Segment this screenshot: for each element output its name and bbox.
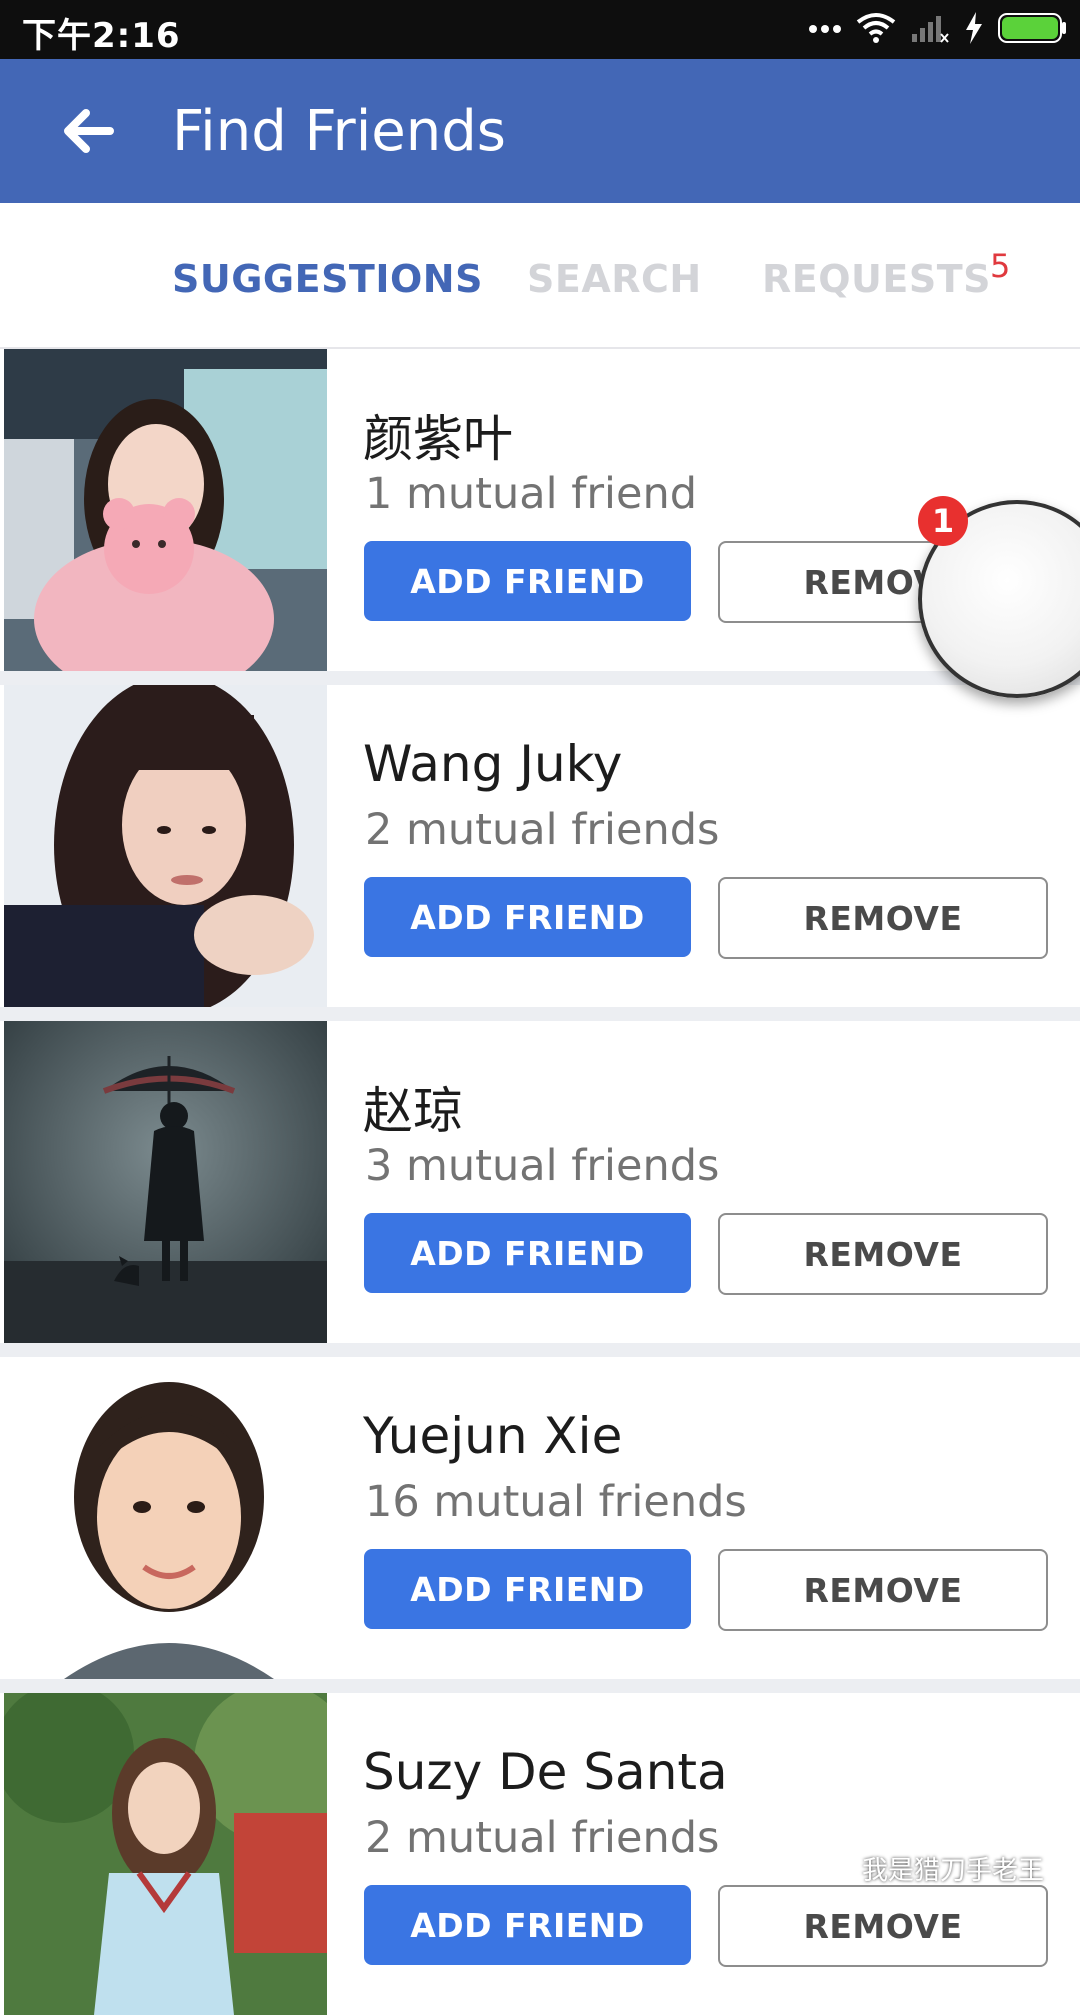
profile-photo[interactable] bbox=[4, 1357, 327, 1679]
mutual-friends-count[interactable]: 3 mutual friends bbox=[365, 1141, 719, 1191]
watermark: 我是猎刀手老王 bbox=[812, 1849, 1044, 1888]
more-dots-icon bbox=[808, 21, 842, 39]
remove-button[interactable]: REMOVE bbox=[718, 1213, 1048, 1295]
charging-icon bbox=[964, 11, 984, 49]
status-bar: 下午2:16 bbox=[0, 0, 1080, 59]
add-friend-button[interactable]: ADD FRIEND bbox=[364, 877, 691, 957]
tab-search[interactable]: SEARCH bbox=[527, 257, 702, 301]
add-friend-button[interactable]: ADD FRIEND bbox=[364, 1213, 691, 1293]
mutual-friends-count[interactable]: 1 mutual friend bbox=[365, 469, 697, 519]
tab-requests-label: REQUESTS bbox=[762, 257, 991, 301]
tab-bar: SUGGESTIONS SEARCH REQUESTS 5 bbox=[0, 203, 1080, 349]
add-friend-button[interactable]: ADD FRIEND bbox=[364, 1549, 691, 1629]
remove-button[interactable]: REMOVE bbox=[718, 1549, 1048, 1631]
status-time: 下午2:16 bbox=[22, 16, 181, 56]
friend-name[interactable]: Wang Juky bbox=[363, 735, 622, 793]
wifi-icon bbox=[856, 12, 896, 49]
friend-name[interactable]: 赵琼 bbox=[363, 1071, 463, 1143]
mutual-friends-count[interactable]: 2 mutual friends bbox=[365, 1813, 719, 1863]
remove-button[interactable]: REMOVE bbox=[718, 877, 1048, 959]
profile-photo[interactable] bbox=[4, 349, 327, 671]
friend-name[interactable]: Suzy De Santa bbox=[363, 1743, 728, 1801]
profile-photo[interactable] bbox=[4, 1693, 327, 2015]
add-friend-button[interactable]: ADD FRIEND bbox=[364, 1885, 691, 1965]
profile-photo[interactable] bbox=[4, 685, 327, 1007]
signal-icon bbox=[910, 12, 950, 49]
watermark-text: 我是猎刀手老王 bbox=[861, 1856, 1044, 1886]
suggestion-row: Wang Juky 2 mutual friends ADD FRIEND RE… bbox=[0, 685, 1080, 1021]
friend-name[interactable]: 颜紫叶 bbox=[363, 399, 513, 471]
profile-photo[interactable] bbox=[4, 1021, 327, 1343]
mutual-friends-count[interactable]: 2 mutual friends bbox=[365, 805, 719, 855]
tab-requests[interactable]: REQUESTS 5 bbox=[762, 247, 1010, 301]
suggestion-row: Yuejun Xie 16 mutual friends ADD FRIEND … bbox=[0, 1357, 1080, 1693]
friend-name[interactable]: Yuejun Xie bbox=[363, 1407, 622, 1465]
tab-suggestions[interactable]: SUGGESTIONS bbox=[172, 257, 483, 301]
remove-button[interactable]: REMOVE bbox=[718, 1885, 1048, 1967]
back-arrow-icon[interactable] bbox=[58, 101, 118, 161]
battery-icon bbox=[998, 12, 1068, 48]
suggestion-row: 赵琼 3 mutual friends ADD FRIEND REMOVE bbox=[0, 1021, 1080, 1357]
page-title: Find Friends bbox=[172, 99, 506, 164]
app-bar: Find Friends bbox=[0, 59, 1080, 203]
requests-count-badge: 5 bbox=[990, 247, 1011, 285]
wechat-icon bbox=[812, 1849, 852, 1888]
notification-badge: 1 bbox=[918, 496, 968, 546]
mutual-friends-count[interactable]: 16 mutual friends bbox=[365, 1477, 747, 1527]
add-friend-button[interactable]: ADD FRIEND bbox=[364, 541, 691, 621]
